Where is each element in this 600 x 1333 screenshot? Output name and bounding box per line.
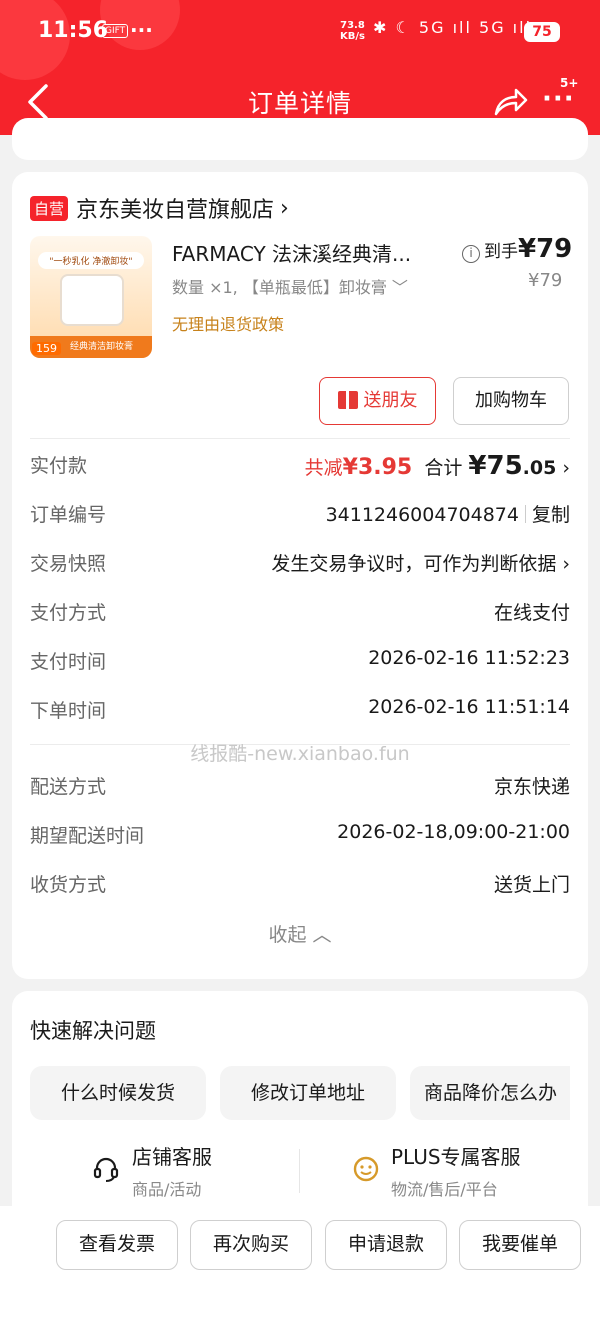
store-name: 京东美妆自营旗舰店 [76, 198, 275, 223]
order-number: 3411246004704874 [325, 504, 519, 526]
urge-order-button[interactable]: 我要催单 [459, 1220, 581, 1270]
help-chip-shipping-time[interactable]: 什么时候发货 [30, 1066, 206, 1120]
chevron-right-icon: › [280, 195, 289, 221]
view-invoice-button[interactable]: 查看发票 [56, 1220, 178, 1270]
original-price: ¥79 [528, 270, 563, 291]
status-time: 11:56 [38, 18, 109, 43]
delivery-method-row: 配送方式 京东快递 [30, 776, 570, 798]
smile-chat-icon [353, 1156, 379, 1182]
bottom-action-bar: 查看发票 再次购买 申请退款 我要催单 [0, 1206, 600, 1333]
store-service-button[interactable]: 店铺客服 商品/活动 [132, 1141, 212, 1200]
status-more-dots: ··· [130, 18, 153, 42]
add-to-cart-button[interactable]: 加购物车 [453, 377, 569, 425]
total-amount: ¥75 [468, 451, 523, 481]
send-friend-button[interactable]: 送朋友 [319, 377, 436, 425]
message-count-badge: 5+ [560, 76, 579, 90]
order-number-row: 订单编号 3411246004704874 复制 [30, 504, 570, 526]
header-bar: 11:56 GIFT ··· 73.8 KB/s ✱ ☾ 5G ıll 5G ı… [0, 0, 600, 135]
product-title[interactable]: FARMACY 法沫溪经典清... [172, 238, 442, 267]
expected-delivery-row: 期望配送时间 2026-02-18,09:00-21:00 [30, 821, 570, 847]
watermark-text: 线报酷-new.xianbao.fun [190, 743, 410, 765]
buy-again-button[interactable]: 再次购买 [190, 1220, 312, 1270]
plus-service-button[interactable]: PLUS专属客服 物流/售后/平台 [391, 1141, 521, 1200]
self-operated-tag: 自营 [30, 195, 69, 221]
product-image-caption: 经典清洁卸妆膏100ml [70, 342, 134, 352]
paid-amount-row[interactable]: 实付款 共减¥3.95 合计 ¥75.05 › [30, 451, 570, 483]
divider [30, 438, 570, 439]
product-jar-shape [60, 274, 124, 326]
collapse-button[interactable]: 收起 ︿ [12, 920, 588, 947]
gift-icon [337, 391, 358, 409]
store-link[interactable]: 自营 京东美妆自营旗舰店 › [30, 194, 289, 223]
chevron-right-icon: › [562, 553, 570, 575]
order-card: 自营 京东美妆自营旗舰店 › "一秒乳化 净澈卸妆" 经典清洁卸妆膏100ml … [12, 172, 588, 979]
help-chip-change-address[interactable]: 修改订单地址 [220, 1066, 396, 1120]
product-spec-dropdown[interactable]: 数量 ×1, 【单瓶最低】卸妆膏 ﹀ [172, 274, 408, 298]
info-icon[interactable]: i [462, 245, 480, 263]
help-chip-price-drop[interactable]: 商品降价怎么办 [410, 1066, 570, 1120]
quick-help-title: 快速解决问题 [30, 1019, 156, 1043]
product-image-slogan: "一秒乳化 净澈卸妆" [38, 252, 144, 269]
previous-card [12, 118, 588, 160]
snapshot-row[interactable]: 交易快照 发生交易争议时，可作为判断依据 › [30, 549, 570, 581]
discount-amount: 共减¥3.95 [304, 455, 413, 480]
divider [299, 1149, 300, 1193]
status-bar: 11:56 GIFT ··· 73.8 KB/s ✱ ☾ 5G ıll 5G ı… [0, 14, 600, 54]
final-price-value: ¥79 [518, 234, 573, 264]
copy-button[interactable]: 复制 [532, 504, 570, 526]
product-image-price: 159 [32, 342, 61, 355]
separator [524, 505, 526, 523]
order-time-row: 下单时间 2026-02-16 11:51:14 [30, 696, 570, 722]
final-price-label: 到手 [484, 242, 518, 262]
notification-badge: GIFT [102, 24, 129, 38]
final-price: i 到手 ¥79 [462, 234, 572, 264]
share-icon[interactable] [490, 84, 530, 120]
payment-time-row: 支付时间 2026-02-16 11:52:23 [30, 647, 570, 673]
payment-method-row: 支付方式 在线支付 [30, 602, 570, 624]
return-policy[interactable]: 无理由退货政策 [172, 311, 284, 335]
headset-icon [93, 1157, 119, 1182]
request-refund-button[interactable]: 申请退款 [325, 1220, 447, 1270]
quick-help-card: 快速解决问题 什么时候发货 修改订单地址 商品降价怎么办 店铺客服 商品/活动 … [12, 991, 588, 1231]
network-speed: 73.8 KB/s [340, 20, 365, 42]
battery-icon: 75 [524, 22, 560, 42]
receive-method-row: 收货方式 送货上门 [30, 874, 570, 896]
product-image[interactable]: "一秒乳化 净澈卸妆" 经典清洁卸妆膏100ml 159 [30, 236, 152, 358]
chevron-right-icon: › [562, 457, 570, 479]
